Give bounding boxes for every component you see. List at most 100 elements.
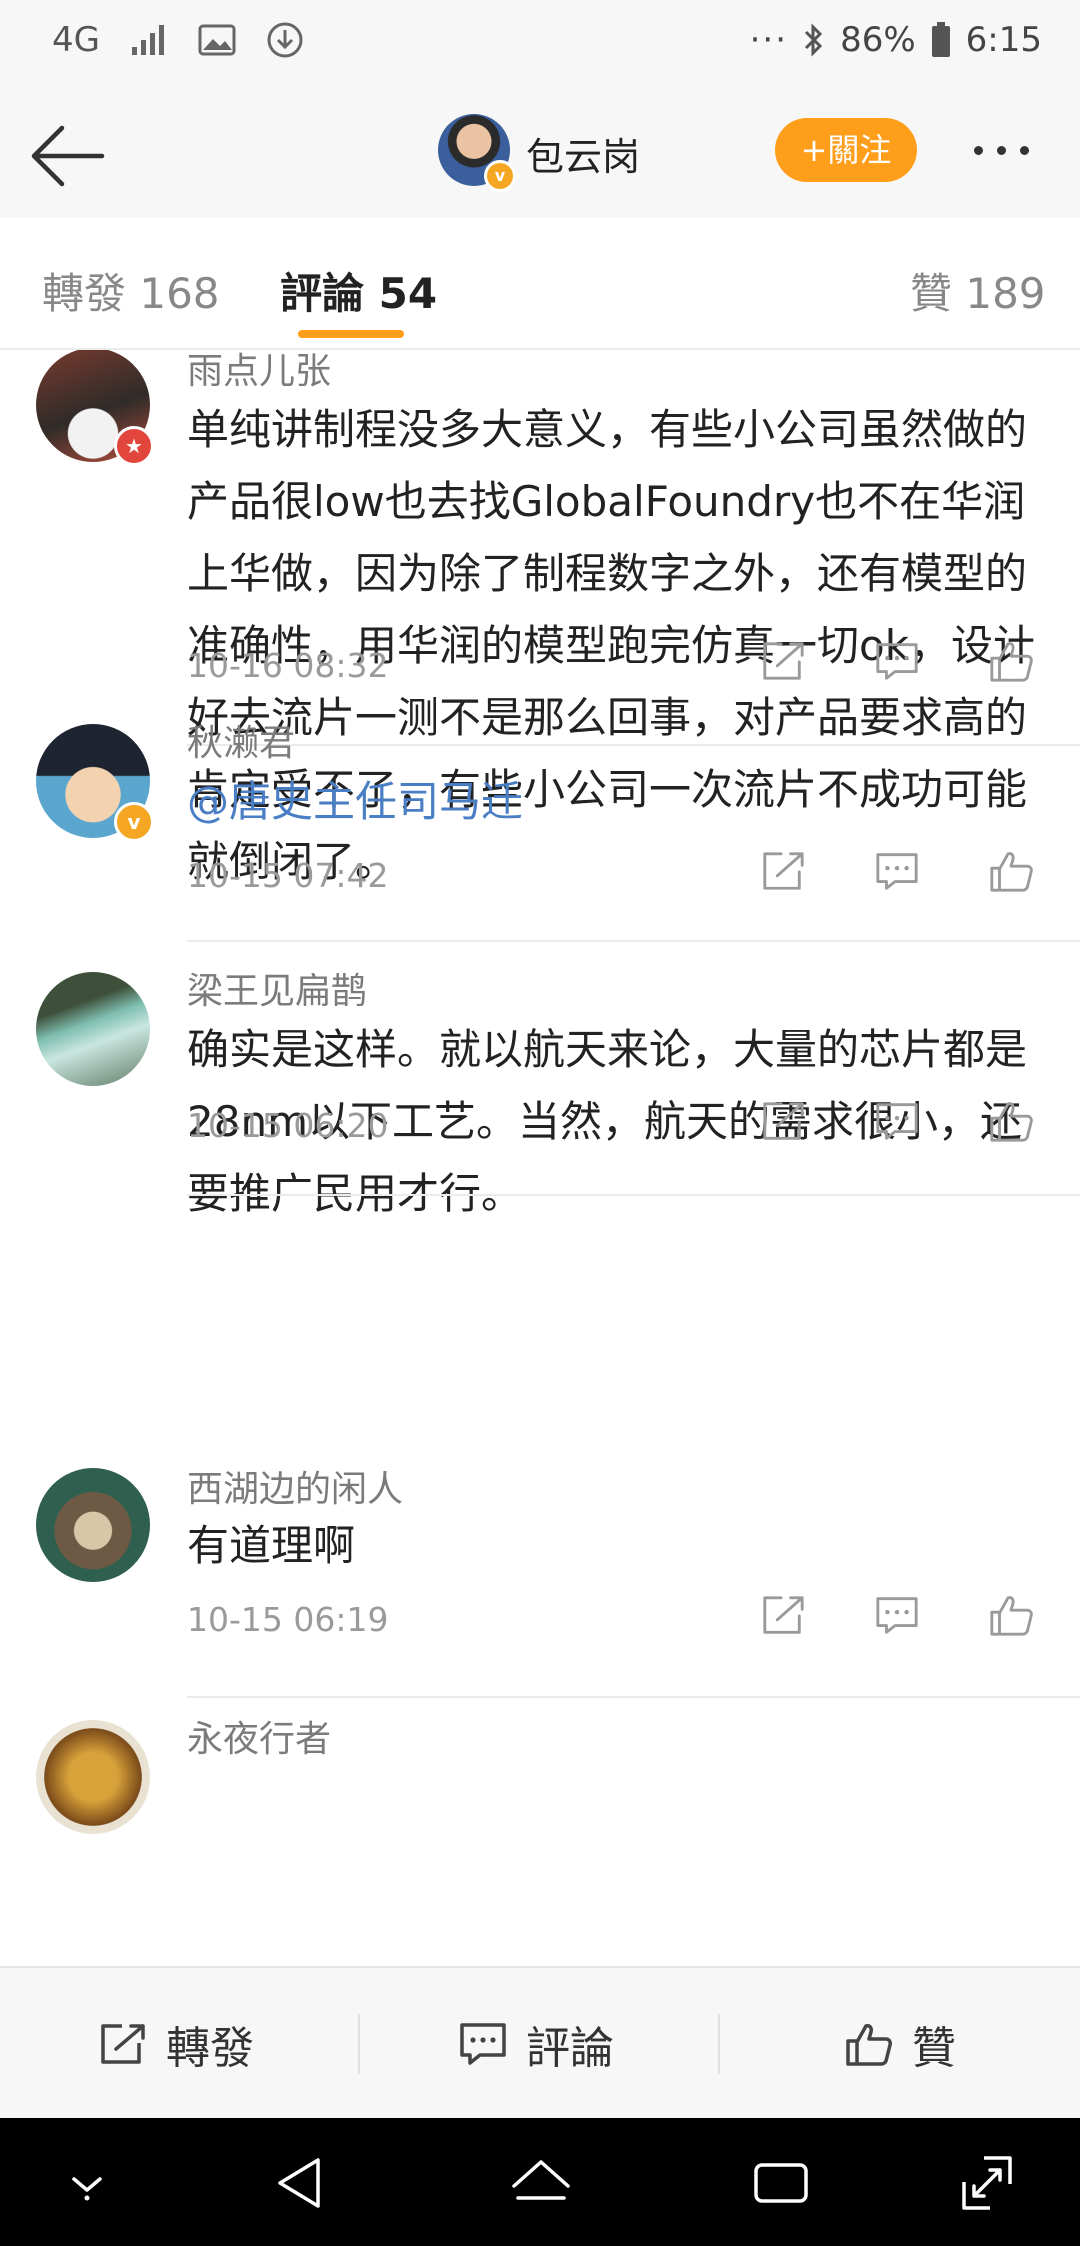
recents-icon [754,2163,808,2203]
share-icon [763,1596,804,1634]
commenter-name[interactable]: 梁王见扁鹊 [187,962,367,1014]
comment-actions [760,1098,1034,1144]
thumbs-up-icon [990,1596,1033,1636]
verified-badge-icon: v [484,160,516,192]
repost-label: 轉發 [166,2023,254,2074]
comment-label: 評論 [526,2023,614,2074]
nav-back-button[interactable] [266,2148,336,2218]
comment-divider [187,940,1080,942]
chevron-down-icon [72,2177,102,2201]
expand-icon [962,2156,1012,2210]
dot-icon [974,145,983,155]
verified-badge-icon: v [114,802,154,842]
more-status-label: ··· [749,20,789,60]
network-label: 4G [52,20,100,60]
home-icon [512,2160,570,2200]
commenter-avatar[interactable]: v [36,724,154,842]
commenter-name[interactable]: 雨点儿张 [187,350,331,394]
repost-comment-button[interactable] [760,1098,806,1144]
comment-divider [187,744,1080,746]
nav-home-button[interactable] [506,2148,576,2218]
comment-actions [760,848,1034,894]
like-comment-button[interactable] [988,1098,1034,1144]
bottom-action-bar: 轉發 評論 贊 [0,1966,1080,2120]
like-comment-button[interactable] [988,1592,1034,1638]
status-right: ··· 86% 6:15 [750,20,1042,60]
thumbs-up-icon [990,642,1033,682]
nav-recents-button[interactable] [746,2148,816,2218]
battery-icon [931,22,950,57]
comment-actions [760,638,1034,684]
nav-expand-button[interactable] [952,2148,1022,2218]
comment-icon [460,2023,506,2065]
comment-divider [187,1696,1080,1698]
comment-actions [760,1592,1034,1638]
comment-icon [876,1597,918,1634]
reply-comment-button[interactable] [874,1592,920,1638]
comment-icon [876,853,918,890]
comment-mention-link[interactable]: @唐史主任司马迁 [187,766,1047,838]
thumbs-up-icon [846,2024,892,2066]
share-icon [101,2024,145,2064]
like-comment-button[interactable] [988,638,1034,684]
thumbs-up-icon [990,852,1033,892]
dot-icon [1020,145,1029,155]
download-icon [267,22,303,58]
share-icon [763,852,804,890]
back-button[interactable] [22,116,112,196]
reply-comment-button[interactable] [874,638,920,684]
like-label: 贊 [912,2023,956,2074]
repost-comment-button[interactable] [760,638,806,684]
dot-icon [997,145,1006,155]
commenter-avatar[interactable] [36,1720,150,1834]
commenter-name[interactable]: 西湖边的闲人 [187,1460,403,1512]
header: v 包云岗 +關注 [0,92,1080,220]
system-navigation-bar [0,2118,1080,2246]
share-icon [763,642,804,680]
comment-list[interactable]: ★ 雨点儿张 单纯讲制程没多大意义，有些小公司虽然做的产品很low也去找Glob… [0,350,1080,1966]
bluetooth-icon [805,23,823,57]
comment-divider [187,1194,1080,1196]
clock: 6:15 [965,20,1042,60]
author-name[interactable]: 包云岗 [526,126,640,181]
like-button[interactable]: 贊 [844,1968,956,2120]
author-avatar[interactable]: v [438,114,516,192]
more-options-button[interactable] [974,132,1054,168]
commenter-avatar[interactable] [36,972,150,1086]
repost-button[interactable]: 轉發 [98,1968,254,2120]
divider [358,2014,360,2074]
commenter-avatar[interactable] [36,1468,150,1582]
comment-icon [876,643,918,680]
thumbs-up-icon [990,1102,1033,1142]
hide-keyboard-button[interactable] [52,2148,122,2218]
tab-repost[interactable]: 轉發 168 [42,260,220,321]
commenter-avatar[interactable]: ★ [36,350,154,466]
repost-comment-button[interactable] [760,1592,806,1638]
repost-comment-button[interactable] [760,848,806,894]
comment-time: 10-15 06:20 [187,1106,389,1145]
tab-likes[interactable]: 贊 189 [910,260,1046,321]
battery-percent: 86% [840,20,916,60]
active-tab-indicator [298,330,404,338]
reply-comment-button[interactable] [874,1098,920,1144]
triangle-back-icon [278,2158,320,2208]
comment-text: 有道理啊 [187,1521,356,1570]
commenter-name[interactable]: 永夜行者 [187,1710,331,1762]
comment-time: 10-16 08:32 [187,646,389,685]
comment-icon [876,1103,918,1140]
status-left: 4G [52,20,304,60]
image-icon [198,24,236,56]
member-badge-icon: ★ [114,426,154,466]
share-icon [763,1102,804,1140]
commenter-name[interactable]: 秋濑君 [187,714,295,766]
follow-button[interactable]: +關注 [775,118,917,182]
tab-comments[interactable]: 評論 54 [280,260,437,321]
comment-time: 10-15 06:19 [187,1600,389,1639]
status-bar: 4G ··· 86% 6:15 [0,0,1080,92]
signal-icon [131,25,164,55]
tab-bar: 轉發 168 評論 54 贊 189 [0,218,1080,350]
divider [718,2014,720,2074]
reply-comment-button[interactable] [874,848,920,894]
like-comment-button[interactable] [988,848,1034,894]
comment-button[interactable]: 評論 [458,1968,614,2120]
